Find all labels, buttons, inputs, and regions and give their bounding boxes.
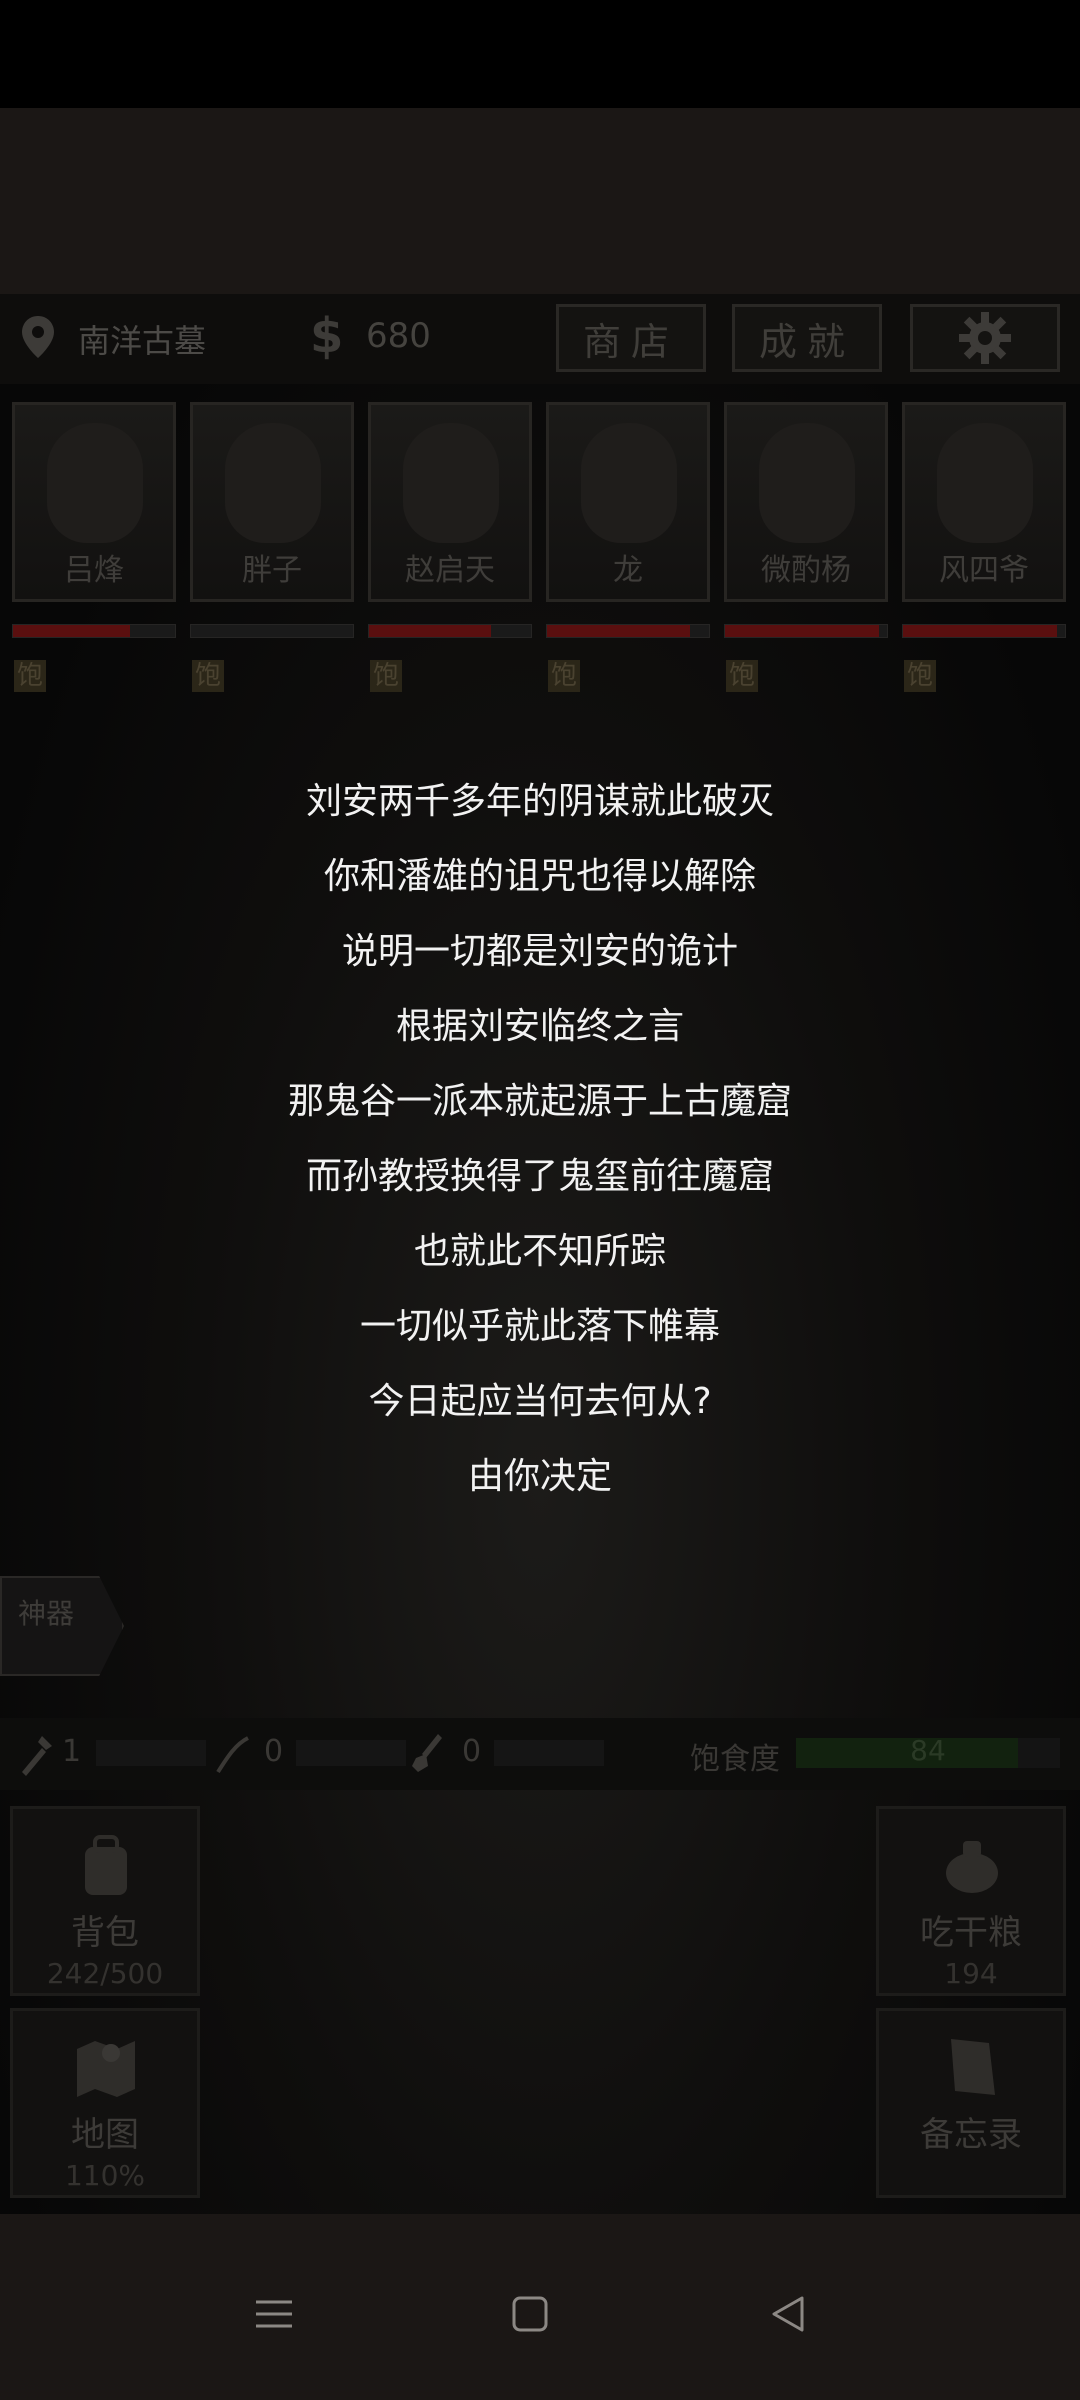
story-line: 今日起应当何去何从? [368, 1381, 712, 1422]
character-portrait-5[interactable]: 微酌杨 [724, 402, 888, 602]
character-portrait-2[interactable]: 胖子 [190, 402, 354, 602]
character-portrait-4[interactable]: 龙 [546, 402, 710, 602]
top-bar: 南洋古墓 $ 680 商店 成就 [0, 294, 1080, 384]
portrait-image [581, 423, 677, 543]
story-line: 由你决定 [467, 1456, 612, 1497]
dollar-icon: $ [310, 308, 344, 364]
story-line: 根据刘安临终之言 [395, 1006, 684, 1047]
eat-rations-button[interactable]: 吃干粮 194 [876, 1806, 1066, 1996]
health-fill [547, 625, 690, 637]
character-name: 吕烽 [64, 553, 124, 588]
gear-icon[interactable] [910, 304, 1060, 372]
portrait-image [759, 423, 855, 543]
rope-bar [296, 1740, 406, 1766]
backpack-icon [85, 1835, 127, 1895]
character-name: 赵启天 [405, 553, 495, 588]
portrait-image [403, 423, 499, 543]
story-line: 说明一切都是刘安的诡计 [341, 931, 738, 972]
memo-button[interactable]: 备忘录 [876, 2008, 1066, 2198]
health-bar [190, 624, 354, 638]
character-portrait-1[interactable]: 吕烽 [12, 402, 176, 602]
home-icon[interactable] [500, 2284, 560, 2344]
story-line: 一切似乎就此落下帷幕 [359, 1306, 720, 1347]
story-line: 那鬼谷一派本就起源于上古魔窟 [287, 1081, 792, 1122]
character-name: 风四爷 [939, 553, 1029, 588]
rope-count: 0 [264, 1734, 284, 1769]
story-line: 而孙教授换得了鬼玺前往魔窟 [305, 1156, 774, 1197]
health-fill [725, 625, 879, 637]
eat-rations-label: 吃干粮 [920, 1913, 1022, 1953]
character-name: 微酌杨 [761, 553, 851, 588]
backpack-button[interactable]: 背包 242/500 [10, 1806, 200, 1996]
rations-icon [946, 1841, 998, 1893]
memo-icon [951, 2039, 995, 2095]
character-portrait-6[interactable]: 风四爷 [902, 402, 1066, 602]
artifact-label: 神器 [18, 1597, 75, 1630]
map-label: 地图 [71, 2115, 139, 2155]
status-bar [0, 0, 1080, 108]
satiety-value: 84 [910, 1734, 946, 1767]
map-progress: 110% [64, 2159, 146, 2192]
health-bar [902, 624, 1066, 638]
torch-count: 1 [62, 1734, 82, 1769]
top-band [0, 108, 1080, 294]
fed-badge: 饱 [14, 660, 46, 692]
backpack-capacity: 242/500 [46, 1957, 164, 1990]
shop-button[interactable]: 商店 [556, 304, 706, 372]
system-nav-bar [0, 2214, 1080, 2400]
artifact-button[interactable]: 神器 [0, 1576, 124, 1676]
memo-label: 备忘录 [920, 2115, 1022, 2155]
game-screen: 南洋古墓 $ 680 商店 成就 吕烽 胖子 赵启天 龙 微酌杨 风四爷 饱 饱… [0, 294, 1080, 2214]
rope-icon [216, 1736, 249, 1774]
location-pin-icon [22, 316, 54, 358]
fed-badge: 饱 [370, 660, 402, 692]
portrait-image [225, 423, 321, 543]
story-line: 刘安两千多年的阴谋就此破灭 [305, 781, 774, 822]
fed-badge: 饱 [726, 660, 758, 692]
portrait-image [937, 423, 1033, 543]
character-portrait-3[interactable]: 赵启天 [368, 402, 532, 602]
character-name: 胖子 [242, 553, 302, 588]
fed-badge: 饱 [548, 660, 580, 692]
backpack-label: 背包 [71, 1913, 139, 1953]
rations-count: 194 [944, 1957, 998, 1990]
story-line: 你和潘雄的诅咒也得以解除 [323, 856, 756, 897]
map-icon [77, 2041, 135, 2097]
location-name: 南洋古墓 [78, 322, 207, 360]
torch-icon [22, 1736, 52, 1776]
health-bar [724, 624, 888, 638]
achievements-button[interactable]: 成就 [732, 304, 882, 372]
health-fill [13, 625, 130, 637]
health-bar [12, 624, 176, 638]
map-button[interactable]: 地图 110% [10, 2008, 200, 2198]
health-bar [546, 624, 710, 638]
portrait-image [47, 423, 143, 543]
money-amount: 680 [366, 316, 431, 356]
menu-icon[interactable] [244, 2284, 304, 2344]
health-fill [369, 625, 491, 637]
story-line: 也就此不知所踪 [413, 1231, 666, 1272]
tools-bar: 1 0 0 饱食度 84 [0, 1718, 1080, 1790]
torch-bar [96, 1740, 206, 1766]
fed-badge: 饱 [192, 660, 224, 692]
health-fill [903, 625, 1057, 637]
shovel-bar [494, 1740, 604, 1766]
health-bar [368, 624, 532, 638]
shovel-count: 0 [462, 1734, 482, 1769]
satiety-label: 饱食度 [690, 1742, 780, 1777]
shovel-icon [412, 1734, 442, 1772]
fed-badge: 饱 [904, 660, 936, 692]
story-text: 刘安两千多年的阴谋就此破灭 你和潘雄的诅咒也得以解除 说明一切都是刘安的诡计 根… [0, 764, 1080, 1514]
back-icon[interactable] [758, 2284, 818, 2344]
character-name: 龙 [613, 553, 643, 588]
